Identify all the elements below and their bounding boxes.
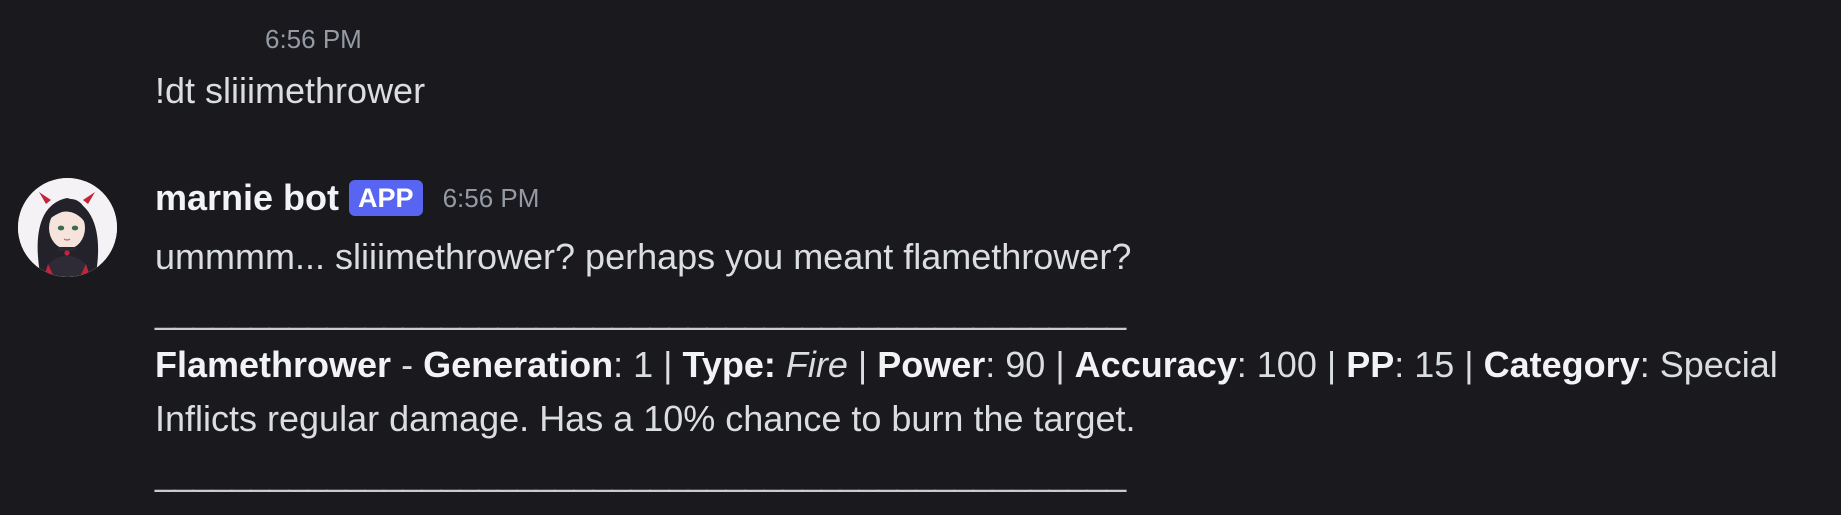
- move-description: Inflicts regular damage. Has a 10% chanc…: [155, 398, 1136, 439]
- app-badge: APP: [349, 180, 423, 216]
- avatar-image: [18, 178, 117, 277]
- avatar[interactable]: [18, 178, 117, 277]
- followup-message: 6:56 PM !dt sliiimethrower: [0, 0, 1841, 130]
- bot-message: marnie bot APP 6:56 PM ummmm... sliiimet…: [0, 170, 1841, 510]
- category-value: : Special: [1639, 344, 1778, 385]
- category-label: Category: [1483, 344, 1640, 385]
- generation-value: : 1 |: [613, 344, 683, 385]
- username[interactable]: marnie bot: [155, 177, 339, 219]
- move-info-line: Flamethrower - Generation: 1 | Type: Fir…: [155, 338, 1778, 392]
- divider-bottom: ________________________________________…: [155, 452, 1126, 493]
- message-header: marnie bot APP 6:56 PM: [155, 176, 539, 220]
- followup-timestamp: 6:56 PM: [265, 24, 362, 54]
- message-content: ummmm... sliiimethrower? perhaps you mea…: [155, 230, 1778, 500]
- generation-label: Generation: [423, 344, 614, 385]
- power-value: : 90 |: [985, 344, 1075, 385]
- message-timestamp: 6:56 PM: [442, 182, 540, 213]
- type-value: Fire: [785, 344, 848, 385]
- pp-value: : 15 |: [1394, 344, 1484, 385]
- followup-message-text: !dt sliiimethrower: [155, 70, 426, 111]
- move-dash: -: [391, 344, 424, 385]
- accuracy-value: : 100 |: [1236, 344, 1347, 385]
- move-name: Flamethrower: [155, 344, 392, 385]
- divider-top: ________________________________________…: [155, 290, 1126, 331]
- chat-message-list: 6:56 PM !dt sliiimethrower marnie bot AP…: [0, 0, 1841, 515]
- pp-label: PP: [1346, 344, 1395, 385]
- accuracy-label: Accuracy: [1074, 344, 1237, 385]
- type-label: Type:: [682, 344, 776, 385]
- message-line-reply: ummmm... sliiimethrower? perhaps you mea…: [155, 236, 1132, 277]
- power-label: Power: [877, 344, 986, 385]
- type-separator: |: [847, 344, 878, 385]
